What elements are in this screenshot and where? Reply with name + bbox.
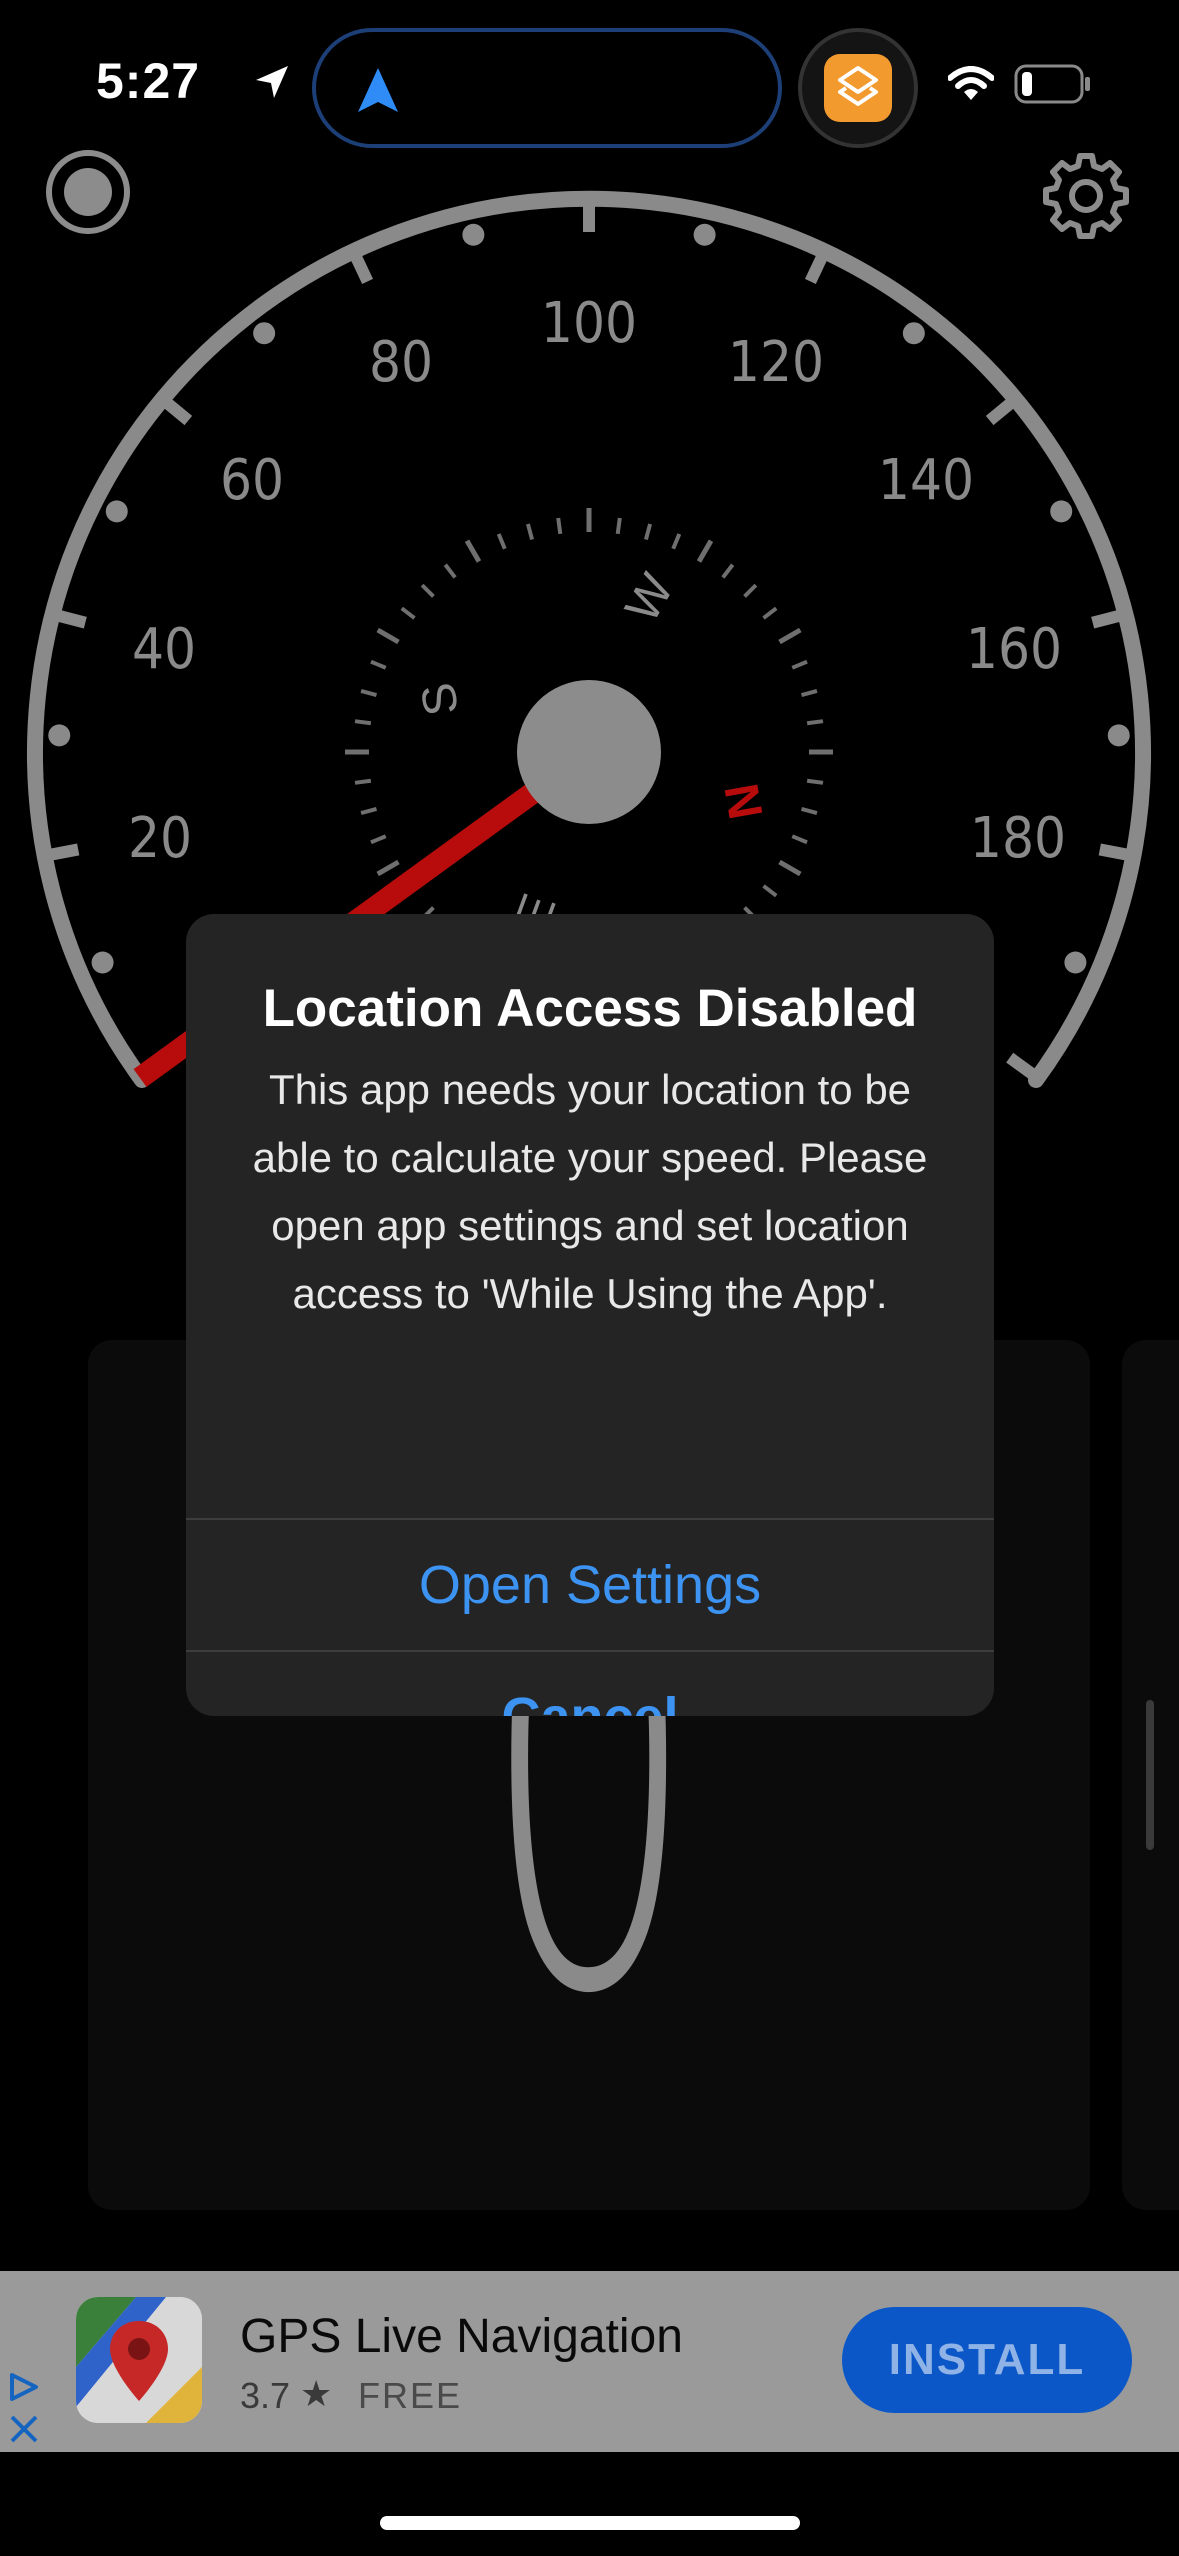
tick-label: 100 (541, 291, 637, 356)
compass-tick (806, 719, 824, 726)
compass-tick (556, 517, 563, 535)
gauge-major-tick (347, 248, 374, 285)
tick-label: 120 (728, 330, 824, 395)
gauge-major-tick (1098, 843, 1135, 862)
tick-label: 60 (220, 448, 284, 513)
compass-tick (791, 659, 808, 670)
star-icon: ★ (300, 2373, 333, 2414)
tick-label: 180 (970, 806, 1066, 871)
compass-tick (370, 834, 387, 845)
compass-tick (806, 778, 824, 785)
compass-tick (360, 688, 378, 697)
compass-tick (762, 606, 778, 620)
compass-label-w: W (616, 565, 685, 631)
compass-tick (354, 778, 372, 785)
compass-tick (420, 583, 435, 598)
gauge-major-tick (158, 394, 193, 426)
gauge-major-tick (804, 248, 831, 285)
adchoices-icon[interactable] (6, 2367, 42, 2454)
compass-tick (696, 539, 714, 563)
compass-tick (800, 807, 818, 816)
gauge-major-tick (50, 608, 87, 629)
dynamic-island-app-bubble[interactable] (798, 28, 918, 148)
ad-title[interactable]: GPS Live Navigation (240, 2309, 683, 2364)
status-time: 5:27 (96, 53, 201, 109)
compass-tick (615, 517, 622, 535)
tick-label: 80 (369, 330, 433, 395)
gauge-minor-dot (1064, 951, 1087, 974)
shortcuts-app-icon (824, 54, 892, 122)
open-settings-button[interactable]: Open Settings (186, 1520, 994, 1650)
compass-label-n: N (715, 780, 773, 823)
gauge-major-tick (1006, 1052, 1041, 1083)
gauge-major-tick (985, 394, 1020, 426)
compass-tick (778, 859, 802, 877)
compass-label-s: S (412, 679, 470, 720)
compass-tick (791, 834, 808, 845)
needle-hub (517, 680, 661, 824)
compass-tick (354, 719, 372, 726)
compass-tick (721, 563, 735, 579)
tick-label: 40 (132, 617, 196, 682)
compass-tick (762, 884, 778, 898)
compass-tick (778, 627, 802, 645)
ad-banner[interactable]: GPS Live Navigation 3.7 ★ FREE INSTALL (0, 2271, 1179, 2452)
compass-tick (525, 523, 534, 541)
maps-pin-icon[interactable] (76, 2297, 202, 2423)
gauge-minor-dot (902, 322, 925, 345)
gauge-minor-dot (462, 223, 485, 246)
dialog-message: This app needs your location to be able … (252, 1066, 928, 1317)
tick-label: 20 (128, 806, 192, 871)
compass-tick (443, 563, 457, 579)
home-indicator[interactable] (380, 2516, 800, 2530)
ad-price: FREE (358, 2375, 463, 2416)
ad-rating: 3.7 (240, 2375, 291, 2416)
gauge-minor-dot (105, 500, 128, 523)
compass-tick (464, 539, 482, 563)
battery-low-icon (1014, 64, 1092, 109)
location-alert-dialog: Location Access Disabled This app needs … (186, 914, 994, 1716)
compass-tick (360, 807, 378, 816)
cancel-button[interactable]: Cancel (186, 1652, 994, 1716)
compass-tick (376, 859, 400, 877)
location-arrow-icon (252, 62, 292, 107)
compass-tick (644, 523, 653, 541)
compass-tick (800, 688, 818, 697)
gauge-minor-dot (253, 322, 276, 345)
tick-label: 160 (966, 617, 1062, 682)
dialog-title: Location Access Disabled (262, 979, 918, 1038)
compass-tick (400, 606, 416, 620)
wifi-icon (947, 66, 995, 107)
gauge-major-tick (43, 843, 80, 862)
gauge-minor-dot (1107, 724, 1130, 747)
compass-tick (743, 583, 758, 598)
dynamic-island-live-activity[interactable] (312, 28, 782, 148)
compass-tick (496, 533, 507, 550)
compass-tick (370, 659, 387, 670)
tick-label: 140 (878, 448, 974, 513)
gauge-minor-dot (1050, 500, 1073, 523)
gauge-minor-dot (91, 951, 114, 974)
compass-tick (671, 533, 682, 550)
close-icon[interactable] (10, 2415, 38, 2443)
gauge-minor-dot (48, 724, 71, 747)
gauge-minor-dot (693, 223, 716, 246)
scroll-indicator[interactable] (1146, 1700, 1154, 1850)
gauge-major-tick (1091, 608, 1128, 629)
install-button[interactable]: INSTALL (842, 2307, 1132, 2413)
compass-tick (376, 627, 400, 645)
navigation-arrow-icon (356, 66, 400, 119)
